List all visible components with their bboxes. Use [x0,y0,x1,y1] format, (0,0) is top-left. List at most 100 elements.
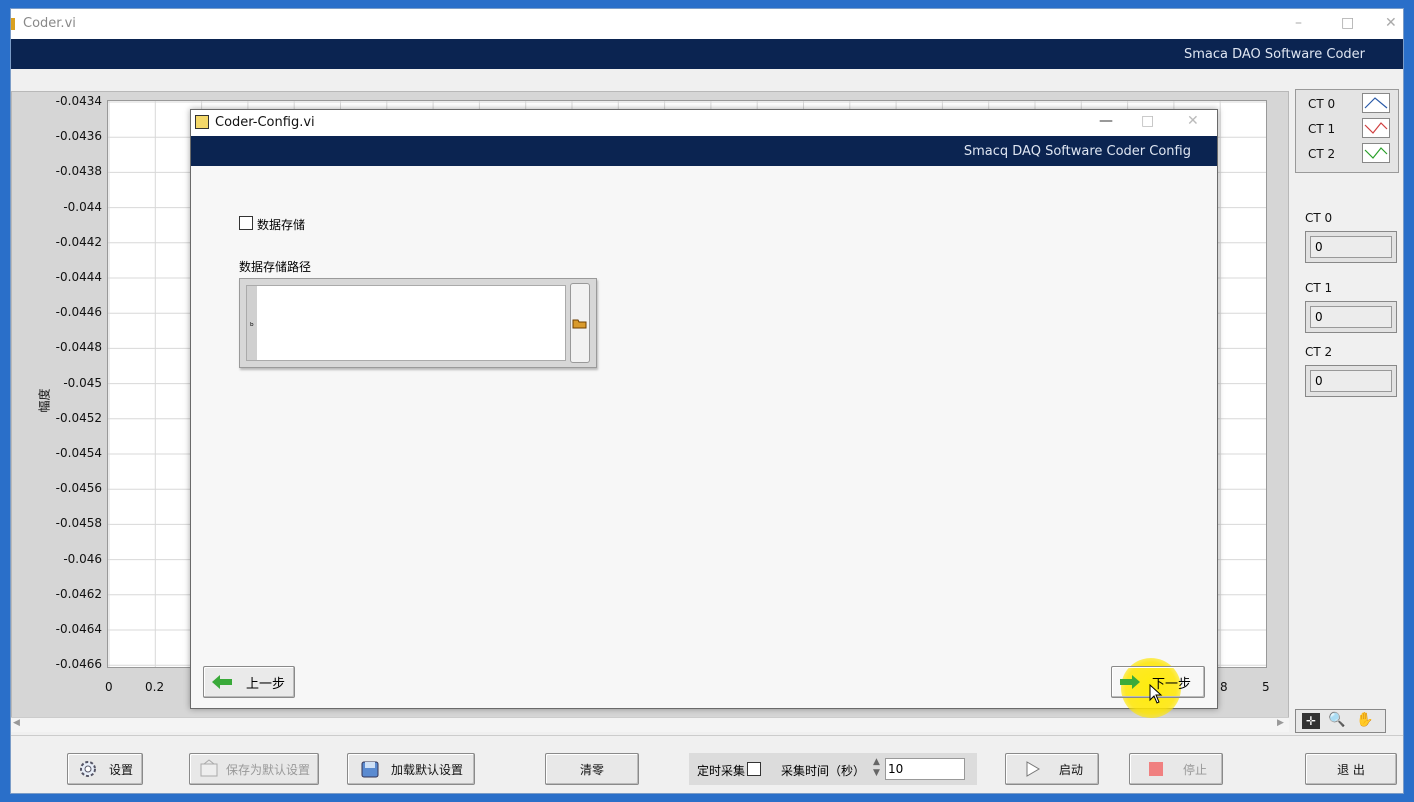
timed-acq-panel: 定时采集 采集时间（秒） ▲ ▼ 10 [689,753,977,785]
main-banner-text: Smaca DAO Software Coder [1183,47,1365,62]
app-icon [11,18,15,30]
dialog-close-button[interactable]: ✕ [1187,113,1199,129]
arrow-left-icon [212,675,232,689]
legend-swatch-ct0[interactable] [1362,93,1390,113]
y-tick: -0.044 [63,199,102,214]
y-tick: -0.0452 [55,410,102,425]
legend-swatch-ct1[interactable] [1362,118,1390,138]
indicator-ct0: 0 [1305,231,1397,263]
main-banner: Smaca DAO Software Coder [11,39,1403,69]
start-label: 启动 [1058,762,1083,777]
stop-label: 停止 [1182,762,1207,777]
prev-label: 上一步 [246,676,286,692]
scroll-right-icon[interactable]: ▶ [1277,718,1284,728]
save-default-button[interactable]: 保存为默认设置 [189,753,319,785]
y-tick: -0.0436 [55,129,102,144]
data-path-input[interactable]: ᵇ [246,285,566,361]
y-tick: -0.0444 [55,270,102,284]
y-tick: -0.0462 [55,586,102,601]
y-tick: -0.0466 [55,657,102,672]
browse-button[interactable] [570,283,590,363]
save-icon [198,758,220,780]
main-title-bar: Coder.vi – □ ✕ [11,9,1403,39]
indicator-label: CT 2 [1305,345,1333,359]
y-tick: -0.0448 [55,340,102,355]
save-default-label: 保存为默认设置 [225,762,310,777]
close-button[interactable]: ✕ [1385,15,1397,31]
exit-label: 退 出 [1337,762,1365,777]
main-window-title: Coder.vi [23,16,76,31]
horizontal-scrollbar[interactable]: ◀ ▶ [11,717,1289,732]
timed-acq-checkbox[interactable] [747,762,761,776]
timed-acq-label: 定时采集 [697,764,746,778]
folder-open-icon [572,319,587,329]
clear-label: 清零 [579,762,604,777]
config-dialog: Coder-Config.vi — □ ✕ Smacq DAQ Software… [190,109,1218,718]
y-tick: -0.045 [63,375,102,390]
dialog-title-bar: Coder-Config.vi — □ ✕ [191,110,1217,136]
path-icon: ᵇ [250,322,254,332]
arrow-right-icon [1120,675,1140,689]
indicator-label: CT 1 [1305,281,1333,295]
exit-button[interactable]: 退 出 [1305,753,1397,785]
y-tick: -0.0458 [55,516,102,531]
stop-icon [1145,758,1167,780]
x-tick: 0 [105,680,113,694]
cursor-tool-icon[interactable]: ✛ [1302,713,1320,729]
vi-icon [195,115,209,129]
y-tick: -0.0434 [55,94,102,108]
legend-label: CT 1 [1308,122,1336,136]
clear-button[interactable]: 清零 [545,753,639,785]
data-path-control: ᵇ [239,278,597,368]
y-tick: -0.0464 [55,622,102,636]
y-tick: -0.0454 [55,446,102,460]
mouse-cursor-icon [1149,684,1163,704]
indicator-value: 0 [1310,370,1392,392]
start-button[interactable]: 启动 [1005,753,1099,785]
y-tick: -0.0456 [55,481,102,496]
y-tick: -0.0438 [55,164,102,179]
dialog-maximize-button[interactable]: □ [1141,113,1154,129]
data-path-label: 数据存储路径 [239,260,312,274]
settings-label: 设置 [108,762,133,777]
y-tick: -0.0442 [55,234,102,249]
load-default-label: 加载默认设置 [390,762,463,777]
dialog-title: Coder-Config.vi [215,115,315,130]
minimize-button[interactable]: – [1295,15,1302,31]
maximize-button[interactable]: □ [1341,15,1354,31]
acq-time-stepper-icon[interactable]: ▲ ▼ [873,757,880,779]
y-tick: -0.046 [63,551,102,566]
dialog-banner-text: Smacq DAQ Software Coder Config [963,144,1191,159]
indicator-ct2: 0 [1305,365,1397,397]
indicator-label: CT 0 [1305,211,1333,225]
load-icon [359,758,381,780]
settings-button[interactable]: 设置 [67,753,143,785]
graph-palette: ✛ 🔍 ✋ [1295,709,1386,733]
gear-icon [77,758,99,780]
indicator-ct1: 0 [1305,301,1397,333]
data-save-label: 数据存储 [257,218,306,232]
indicator-value: 0 [1310,236,1392,258]
plot-legend: CT 0 CT 1 CT 2 [1295,89,1399,173]
acq-time-input[interactable]: 10 [885,758,965,780]
zoom-tool-icon[interactable]: 🔍 [1328,712,1345,728]
prev-button[interactable]: 上一步 [203,666,295,698]
x-tick: 0.2 [145,680,165,694]
pan-tool-icon[interactable]: ✋ [1356,712,1373,728]
load-default-button[interactable]: 加载默认设置 [347,753,475,785]
x-tick: 5 [1262,680,1270,694]
legend-label: CT 2 [1308,147,1336,161]
y-axis-label: 幅度 [37,388,52,413]
dialog-minimize-button[interactable]: — [1099,113,1113,129]
data-save-checkbox[interactable] [239,216,253,230]
x-tick: 8 [1220,680,1228,694]
y-tick: -0.0446 [55,305,102,320]
legend-label: CT 0 [1308,97,1336,111]
dialog-banner: Smacq DAQ Software Coder Config [191,136,1217,166]
scroll-left-icon[interactable]: ◀ [13,718,20,728]
indicator-value: 0 [1310,306,1392,328]
play-icon [1021,758,1043,780]
stop-button[interactable]: 停止 [1129,753,1223,785]
legend-swatch-ct2[interactable] [1362,143,1390,163]
acq-time-label: 采集时间（秒） [781,764,866,778]
